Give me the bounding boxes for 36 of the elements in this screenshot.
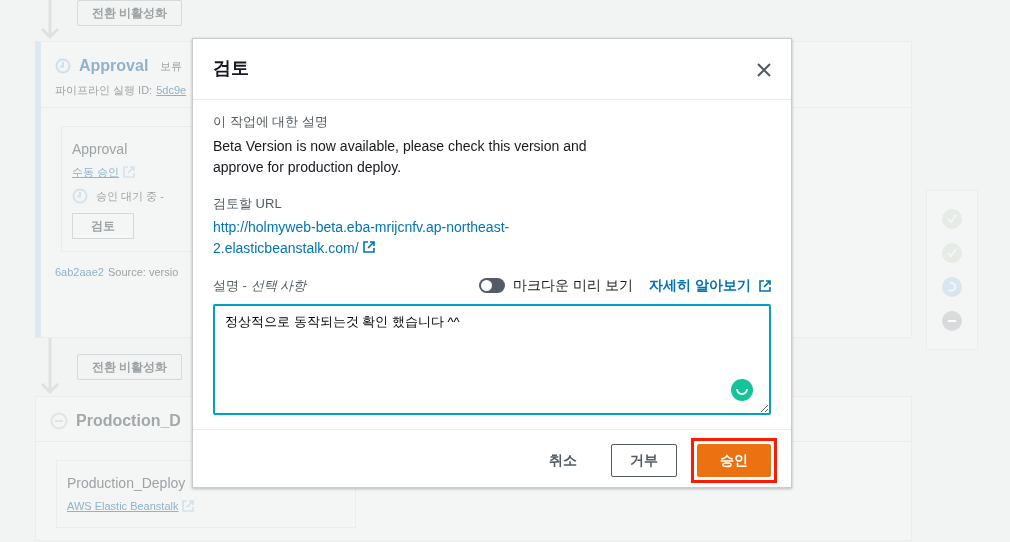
source-text: Source: versio [107,264,179,280]
action-status: 승인 대기 중 - [96,189,164,204]
clock-icon [72,188,88,205]
disable-transition-button[interactable]: 전환 비활성화 [77,354,183,380]
execution-id-link[interactable]: 5dc9e [156,82,187,99]
stage-status: 보류 [160,58,183,74]
url-link[interactable]: http://holmyweb-beta.eba-mrijcnfv.ap-northeast-2.elasticbeanstalk.com/ [213,217,563,259]
dialog-title: 검토 [213,58,249,80]
review-button[interactable]: 검토 [72,212,134,239]
minus-circle-icon [942,311,962,331]
reject-button[interactable]: 거부 [611,444,677,477]
refresh-icon [942,277,962,297]
approve-button[interactable]: 승인 [697,444,771,477]
external-link-icon [759,279,771,292]
learn-more-link[interactable]: 자세히 알아보기 [649,275,751,296]
execution-label: 파이프라인 실행 ID: [55,83,153,98]
disable-transition-button[interactable]: 전환 비활성화 [77,0,183,26]
toggle-switch[interactable] [479,278,506,293]
comment-field[interactable]: 정상적으로 동작되는것 확인 했습니다 ^^ [213,304,771,415]
field-label: 이 작업에 대한 설명 [213,113,329,131]
toggle-label: 마크다운 미리 보기 [513,276,634,295]
provider-link[interactable]: 수동 승인 [72,163,120,180]
field-label: 검토할 URL [213,194,283,213]
stage-title: Prodoction_D [76,411,181,431]
action-name: Approval [72,139,128,159]
field-label: 설명 - 선택 사항 [213,276,307,295]
external-link-icon [182,500,195,513]
description-text: Beta Version is now available, please check this version and approve for production deploy. [213,136,588,177]
external-link-icon [123,165,136,178]
external-link-icon [362,241,375,253]
action-name: Production_Deploy [67,474,186,493]
clock-icon [55,58,71,74]
cancel-button[interactable]: 취소 [529,446,597,475]
stage-title: Approval [79,56,149,76]
smile-icon [731,379,753,401]
commit-id-link[interactable]: 6ab2aae2 [55,263,104,280]
